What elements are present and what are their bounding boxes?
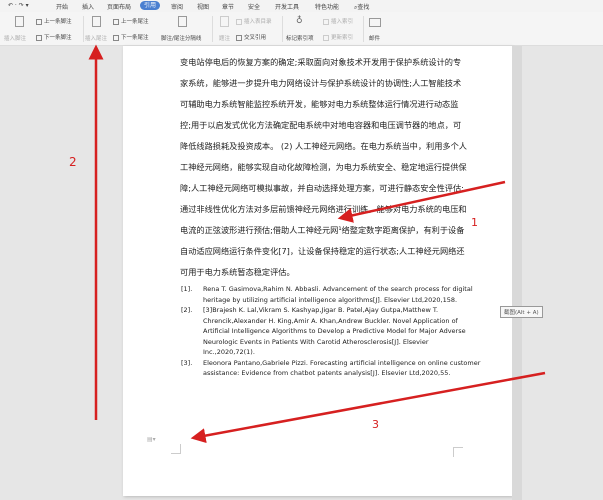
annotation-3: 3 <box>372 418 379 431</box>
annotation-1: 1 <box>471 216 478 229</box>
annotation-arrows <box>88 44 546 444</box>
arrow-1 <box>337 180 506 223</box>
annotation-2: 2 <box>69 155 77 169</box>
